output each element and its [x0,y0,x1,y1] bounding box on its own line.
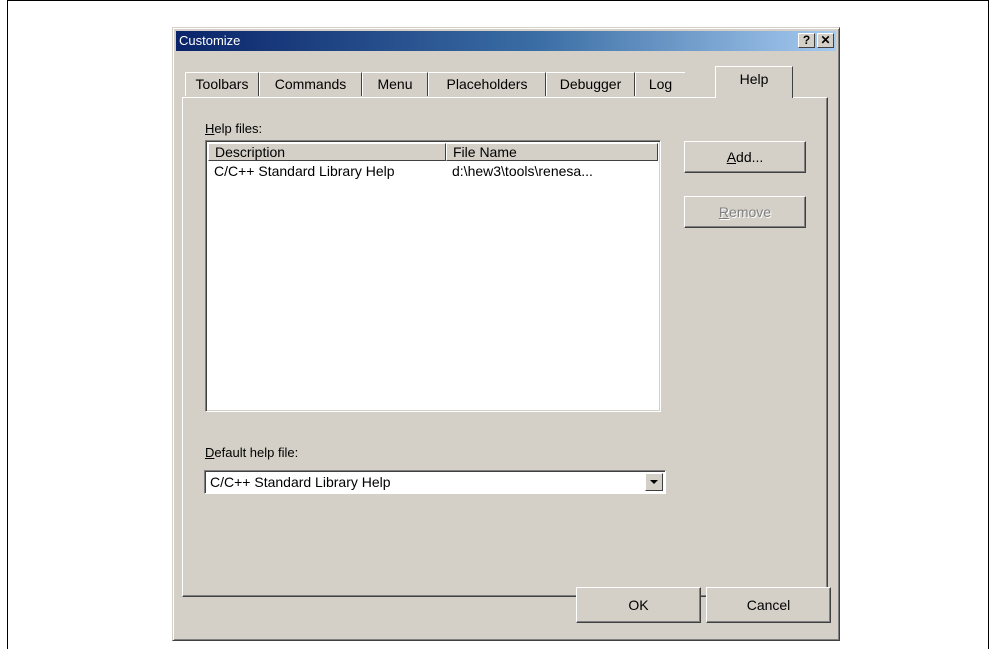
page-frame-left [7,0,8,649]
tab-placeholders[interactable]: Placeholders [428,72,546,96]
add-button[interactable]: Add... [684,141,806,173]
help-files-list[interactable]: Description File Name C/C++ Standard Lib… [205,140,661,412]
title-bar[interactable]: Customize ? ✕ [176,31,836,51]
customize-dialog: Customize ? ✕ Toolbars Commands Menu Pla… [172,27,840,641]
tab-debugger[interactable]: Debugger [546,72,635,96]
cancel-button[interactable]: Cancel [706,587,831,623]
default-help-file-label: Default help file: [205,445,299,460]
tab-help[interactable]: Help [715,66,793,98]
list-item-file-name[interactable]: d:\hew3\tools\renesa... [452,163,593,179]
chevron-down-icon[interactable] [645,473,663,491]
remove-button[interactable]: Remove [684,196,806,228]
default-help-file-value: C/C++ Standard Library Help [210,474,391,490]
help-files-label: Help files: [205,121,263,136]
ok-button[interactable]: OK [576,587,701,623]
tab-menu[interactable]: Menu [362,72,428,96]
tab-log[interactable]: Log [635,72,685,96]
page-frame-top [7,0,989,1]
dialog-title: Customize [179,33,241,48]
column-header-file-name[interactable]: File Name [446,143,658,161]
help-icon[interactable]: ? [798,33,815,48]
default-help-file-select[interactable]: C/C++ Standard Library Help [204,470,666,494]
close-icon[interactable]: ✕ [817,33,834,48]
column-header-description[interactable]: Description [208,143,446,161]
page-frame-right [988,0,989,649]
tab-toolbars[interactable]: Toolbars [185,72,259,96]
tab-commands[interactable]: Commands [259,72,362,96]
list-item-description[interactable]: C/C++ Standard Library Help [214,163,395,179]
